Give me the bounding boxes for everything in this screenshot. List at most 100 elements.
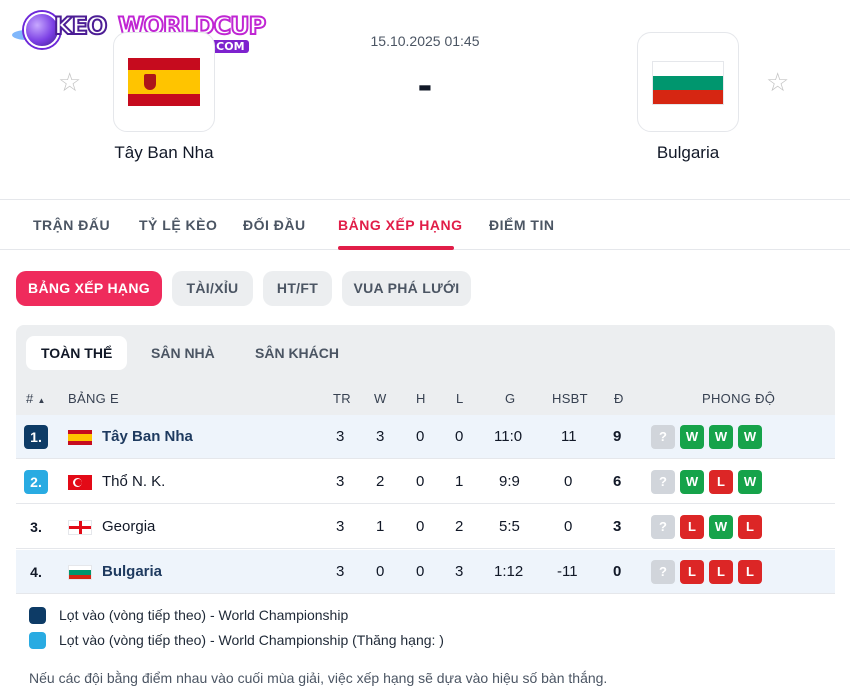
subtab-san-khach[interactable]: SÂN KHÁCH: [240, 336, 354, 370]
header-rank-label: #: [26, 391, 34, 406]
tab-bang-xep-hang[interactable]: BẢNG XẾP HẠNG: [338, 217, 462, 233]
legend-swatch: [29, 632, 46, 649]
form-loss[interactable]: L: [709, 560, 733, 584]
header-l: L: [456, 391, 464, 406]
form-win[interactable]: W: [680, 470, 704, 494]
cell-h: 0: [416, 473, 425, 490]
cell-g: 5:5: [499, 518, 520, 535]
cell-l: 1: [455, 473, 464, 490]
cell-points: 0: [613, 563, 622, 580]
active-tab-indicator: [338, 246, 454, 250]
form-loss[interactable]: L: [738, 515, 762, 539]
cell-l: 2: [455, 518, 464, 535]
match-tabs: TRẬN ĐẤU TỶ LỆ KÈO ĐỐI ĐẦU BẢNG XẾP HẠNG…: [0, 200, 850, 250]
bulgaria-flag-icon: [68, 565, 92, 580]
cell-tr: 3: [336, 473, 345, 490]
pill-bang-xep-hang[interactable]: BẢNG XẾP HẠNG: [16, 271, 162, 306]
cell-h: 0: [416, 563, 425, 580]
spain-flag-icon: [68, 430, 92, 445]
favorite-away-star-icon[interactable]: ☆: [766, 68, 789, 96]
rank-badge: 4.: [30, 564, 42, 580]
tiebreak-note: Nếu các đội bằng điểm nhau vào cuối mùa …: [29, 670, 608, 686]
tab-ty-le-keo[interactable]: TỶ LỆ KÈO: [139, 217, 217, 233]
table-row[interactable]: 3. Georgia 3 1 0 2 5:5 0 3 ? L W L: [16, 505, 835, 549]
tab-diem-tin[interactable]: ĐIỂM TIN: [489, 217, 554, 233]
turkey-flag-icon: [68, 475, 92, 490]
team-name[interactable]: Tây Ban Nha: [102, 428, 193, 445]
away-team-logo[interactable]: [637, 32, 739, 132]
cell-g: 9:9: [499, 473, 520, 490]
match-header: KEO WORLDCUP .COM ☆ Tây Ban Nha 15.10.20…: [0, 0, 850, 200]
cell-l: 0: [455, 428, 464, 445]
sort-up-icon: ▲: [37, 396, 46, 405]
georgia-flag-icon: [68, 520, 92, 535]
home-team-name[interactable]: Tây Ban Nha: [64, 143, 264, 163]
cell-w: 1: [376, 518, 385, 535]
cell-points: 3: [613, 518, 622, 535]
form-unknown[interactable]: ?: [651, 515, 675, 539]
cell-g: 1:12: [494, 563, 524, 580]
cell-tr: 3: [336, 518, 345, 535]
form-loss[interactable]: L: [709, 470, 733, 494]
cell-hsbt: -11: [557, 563, 578, 580]
pill-vua-pha-luoi[interactable]: VUA PHÁ LƯỚI: [342, 271, 471, 306]
cell-hsbt: 0: [564, 518, 573, 535]
form-unknown[interactable]: ?: [651, 560, 675, 584]
form-win[interactable]: W: [709, 425, 733, 449]
cell-w: 0: [376, 563, 385, 580]
cell-g: 11:0: [494, 428, 523, 445]
cell-h: 0: [416, 428, 425, 445]
legend-text: Lọt vào (vòng tiếp theo) - World Champio…: [59, 607, 349, 623]
table-row[interactable]: 1. Tây Ban Nha 3 3 0 0 11:0 11 9 ? W W W: [16, 415, 835, 459]
standings-subtabs: TOÀN THỂ SÂN NHÀ SÂN KHÁCH: [16, 325, 835, 381]
header-group: BẢNG E: [68, 391, 119, 406]
cell-w: 2: [376, 473, 385, 490]
team-name[interactable]: Thổ N. K.: [102, 473, 165, 490]
header-d: Đ: [614, 391, 624, 406]
table-row[interactable]: 2. Thổ N. K. 3 2 0 1 9:9 0 6 ? W L W: [16, 460, 835, 504]
cell-hsbt: 11: [561, 428, 577, 445]
pill-tai-xiu[interactable]: TÀI/XỈU: [172, 271, 253, 306]
form-unknown[interactable]: ?: [651, 470, 675, 494]
form-loss[interactable]: L: [738, 560, 762, 584]
header-hsbt: HSBT: [552, 391, 588, 406]
cell-tr: 3: [336, 563, 345, 580]
tab-tran-dau[interactable]: TRẬN ĐẤU: [33, 217, 110, 233]
pill-ht-ft[interactable]: HT/FT: [263, 271, 332, 306]
cell-h: 0: [416, 518, 425, 535]
table-header: # ▲ BẢNG E TR W H L G HSBT Đ PHONG ĐỘ: [16, 381, 835, 415]
team-name[interactable]: Bulgaria: [102, 563, 162, 580]
cell-points: 6: [613, 473, 622, 490]
cell-points: 9: [613, 428, 622, 445]
form-loss[interactable]: L: [680, 560, 704, 584]
form-win[interactable]: W: [738, 425, 762, 449]
form-unknown[interactable]: ?: [651, 425, 675, 449]
header-tr: TR: [333, 391, 351, 406]
rank-badge: 2.: [24, 470, 48, 494]
cell-l: 3: [455, 563, 464, 580]
table-row[interactable]: 4. Bulgaria 3 0 0 3 1:12 -11 0 ? L L L: [16, 550, 835, 594]
form-win[interactable]: W: [738, 470, 762, 494]
rank-badge: 1.: [24, 425, 48, 449]
legend-swatch: [29, 607, 46, 624]
team-name[interactable]: Georgia: [102, 518, 155, 535]
standings-panel: TOÀN THỂ SÂN NHÀ SÂN KHÁCH # ▲ BẢNG E TR…: [16, 325, 835, 595]
header-h: H: [416, 391, 426, 406]
away-team-name[interactable]: Bulgaria: [588, 143, 788, 163]
cell-w: 3: [376, 428, 385, 445]
form-win[interactable]: W: [709, 515, 733, 539]
bulgaria-flag-icon: [652, 61, 724, 105]
legend-text: Lọt vào (vòng tiếp theo) - World Champio…: [59, 632, 444, 648]
header-rank[interactable]: # ▲: [26, 391, 46, 406]
header-w: W: [374, 391, 387, 406]
subtab-toan-the[interactable]: TOÀN THỂ: [26, 336, 128, 370]
header-form: PHONG ĐỘ: [702, 391, 776, 406]
rank-badge: 3.: [30, 519, 42, 535]
cell-tr: 3: [336, 428, 345, 445]
subtab-san-nha[interactable]: SÂN NHÀ: [136, 336, 230, 370]
tab-doi-dau[interactable]: ĐỐI ĐẦU: [243, 217, 306, 233]
form-win[interactable]: W: [680, 425, 704, 449]
cell-hsbt: 0: [564, 473, 573, 490]
header-g: G: [505, 391, 516, 406]
form-loss[interactable]: L: [680, 515, 704, 539]
